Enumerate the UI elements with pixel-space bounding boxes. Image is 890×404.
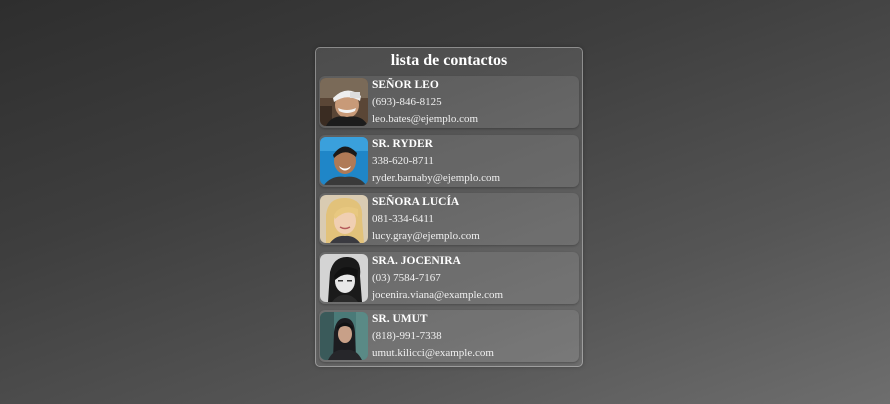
contact-email: lucy.gray@ejemplo.com xyxy=(372,230,480,242)
avatar xyxy=(320,78,368,126)
contact-name: SRA. JOCENIRA xyxy=(372,254,461,267)
contact-email: jocenira.viana@example.com xyxy=(372,288,504,301)
contact-phone: (818)-991-7338 xyxy=(372,330,442,342)
contact-email: umut.kilicci@example.com xyxy=(372,347,494,359)
contact-list-panel: lista de contactos SEÑOR LEO (693)-846-8… xyxy=(315,47,583,367)
panel-title: lista de contactos xyxy=(390,52,508,69)
contact-name: SEÑOR LEO xyxy=(372,79,439,91)
blonde-woman-photo-icon xyxy=(320,195,368,243)
avatar xyxy=(320,253,368,302)
contact-list: SEÑOR LEO (693)-846-8125 leo.bates@ejemp… xyxy=(319,76,579,369)
contact-item-leo[interactable]: SEÑOR LEO (693)-846-8125 leo.bates@ejemp… xyxy=(319,76,579,128)
avatar xyxy=(320,195,368,243)
contact-item-lucia[interactable]: SEÑORA LUCÍA 081-334-6411 lucy.gray@ejem… xyxy=(319,193,579,245)
contact-phone: 338-620-8711 xyxy=(372,154,434,167)
contact-email: leo.bates@ejemplo.com xyxy=(372,113,479,125)
contact-name: SR. UMUT xyxy=(372,313,428,325)
man-smiling-blue-background-photo-icon xyxy=(320,136,368,185)
man-dark-hoodie-photo-icon xyxy=(320,312,368,360)
contact-email: ryder.barnaby@ejemplo.com xyxy=(372,171,501,184)
avatar xyxy=(320,312,368,360)
woman-black-hair-bw-photo-icon xyxy=(320,253,368,302)
avatar xyxy=(320,136,368,185)
contact-name: SR. RYDER xyxy=(372,137,433,150)
man-backwards-cap-photo-icon xyxy=(320,78,368,126)
contact-phone: (03) 7584-7167 xyxy=(372,271,441,284)
contact-phone: 081-334-6411 xyxy=(372,213,434,225)
contact-item-jocenira[interactable]: SRA. JOCENIRA (03) 7584-7167 jocenira.vi… xyxy=(319,251,579,304)
contact-item-ryder[interactable]: SR. RYDER 338-620-8711 ryder.barnaby@eje… xyxy=(319,134,579,187)
contact-phone: (693)-846-8125 xyxy=(372,96,442,108)
contact-item-umut[interactable]: SR. UMUT (818)-991-7338 umut.kilicci@exa… xyxy=(319,310,579,362)
contact-name: SEÑORA LUCÍA xyxy=(372,196,460,208)
